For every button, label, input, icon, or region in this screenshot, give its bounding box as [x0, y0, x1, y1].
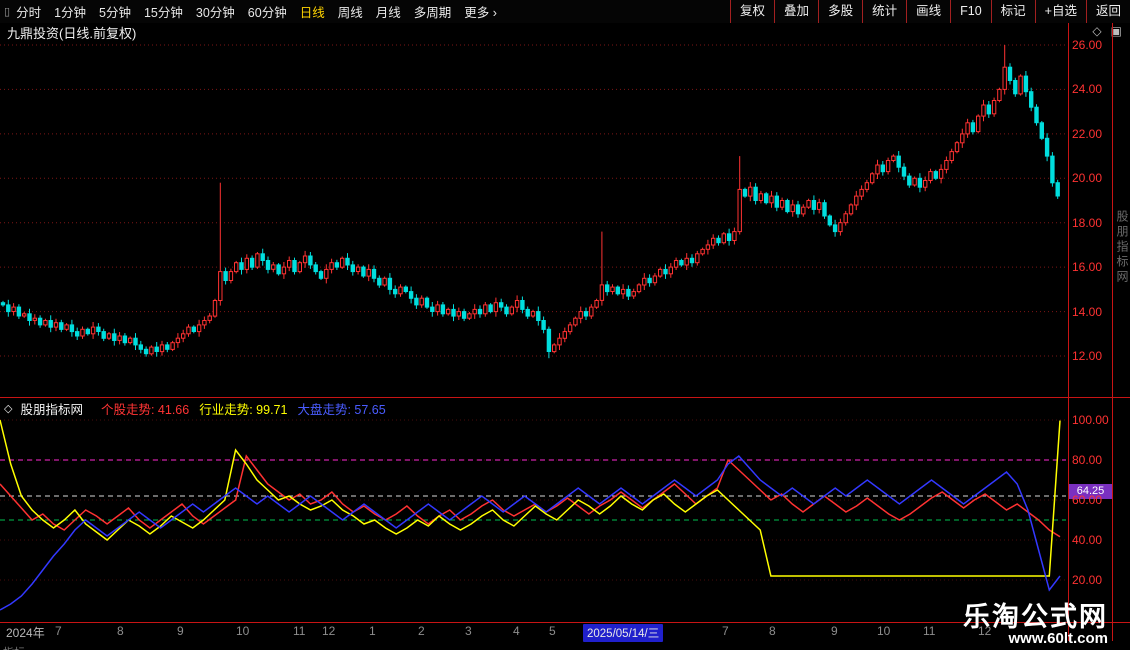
action-button-1[interactable]: 叠加 — [774, 0, 818, 23]
price-tick: 14.00 — [1072, 305, 1110, 319]
indicator-series-label-1: 行业走势: 99.71 — [199, 403, 287, 417]
indicator-values: 个股走势: 41.66 行业走势: 99.71 大盘走势: 57.65 — [91, 399, 386, 418]
period-tab-0[interactable]: 分时 — [16, 2, 41, 21]
chart-title: 九鼎投资(日线.前复权) — [7, 23, 136, 42]
indicator-tick: 80.00 — [1072, 453, 1110, 467]
indicator-series-label-2: 大盘走势: 57.65 — [297, 403, 385, 417]
main-candlestick-chart[interactable] — [0, 41, 1068, 397]
period-tab-5[interactable]: 60分钟 — [248, 2, 287, 21]
date-label-11: 5 — [549, 624, 556, 638]
price-tick: 26.00 — [1072, 38, 1110, 52]
period-tab-9[interactable]: 多周期 — [414, 2, 452, 21]
date-label-16: 11 — [923, 624, 935, 638]
period-tab-4[interactable]: 30分钟 — [196, 2, 235, 21]
price-tick: 24.00 — [1072, 82, 1110, 96]
diamond-icon: ◇ — [4, 402, 12, 415]
date-label-15: 10 — [877, 624, 890, 638]
date-label-12: 7 — [722, 624, 729, 638]
date-label-1: 7 — [55, 624, 62, 638]
action-button-5[interactable]: F10 — [950, 0, 991, 23]
period-tab-6[interactable]: 日线 — [300, 2, 325, 21]
side-watermark: 股朋指标网 — [1114, 210, 1130, 285]
date-label-10: 4 — [513, 624, 520, 638]
action-button-3[interactable]: 统计 — [862, 0, 906, 23]
price-tick: 12.00 — [1072, 349, 1110, 363]
price-tick: 18.00 — [1072, 216, 1110, 230]
date-label-5: 11 — [293, 624, 305, 638]
diamond-icon[interactable]: ◇ — [1092, 24, 1101, 38]
watermark-title: 乐淘公式网 — [963, 603, 1108, 631]
period-tab-8[interactable]: 月线 — [376, 2, 401, 21]
indicator-tick: 60.00 — [1072, 493, 1110, 507]
date-label-7: 1 — [369, 624, 376, 638]
axis-divider-left — [1068, 23, 1069, 641]
price-tick: 16.00 — [1072, 260, 1110, 274]
date-highlight: 2025/05/14/三 — [583, 624, 663, 642]
date-label-2: 8 — [117, 624, 124, 638]
top-toolbar: ▯ 分时 1分钟 5分钟 15分钟 30分钟 60分钟日线周线月线多周期更多 › 复权叠加… — [0, 0, 1130, 23]
date-label-9: 3 — [465, 624, 472, 638]
indicator-tick: 100.00 — [1072, 413, 1110, 427]
price-tick: 22.00 — [1072, 127, 1110, 141]
period-tab-10[interactable]: 更多 › — [464, 2, 497, 21]
watermark-url: www.60lt.com — [963, 631, 1108, 647]
period-tabs: 分时 1分钟 5分钟 15分钟 30分钟 60分钟日线周线月线多周期更多 › — [16, 2, 497, 21]
indicator-header: ◇ 股朋指标网 个股走势: 41.66 行业走势: 99.71 大盘走势: 57.6… — [4, 399, 386, 418]
action-button-2[interactable]: 多股 — [818, 0, 862, 23]
period-tab-2[interactable]: 5分钟 — [99, 2, 131, 21]
period-tab-7[interactable]: 周线 — [338, 2, 363, 21]
price-tick: 20.00 — [1072, 171, 1110, 185]
action-button-8[interactable]: 返回 — [1086, 0, 1130, 23]
watermark: 乐淘公式网 www.60lt.com — [963, 603, 1108, 647]
date-label-14: 9 — [831, 624, 838, 638]
window-icon[interactable]: ▯ — [4, 5, 10, 18]
date-axis: 2024年789101112123457891011122025/05/14/三 — [0, 623, 1130, 641]
app-window: ▯ 分时 1分钟 5分钟 15分钟 30分钟 60分钟日线周线月线多周期更多 › 复权叠加… — [0, 0, 1130, 650]
action-buttons: 复权叠加多股统计画线F10标记+自选返回 — [730, 0, 1130, 23]
action-button-0[interactable]: 复权 — [730, 0, 774, 23]
date-label-13: 8 — [769, 624, 776, 638]
date-label-8: 2 — [418, 624, 425, 638]
chart-titlebar: 九鼎投资(日线.前复权) — [0, 23, 1068, 41]
date-label-6: 12 — [322, 624, 335, 638]
indicator-chart[interactable] — [0, 398, 1068, 622]
date-label-4: 10 — [236, 624, 249, 638]
date-label-0: 2024年 — [6, 624, 45, 641]
period-tab-1[interactable]: 1分钟 — [54, 2, 86, 21]
indicator-name[interactable]: 股朋指标网 — [20, 399, 83, 418]
date-label-3: 9 — [177, 624, 184, 638]
action-button-4[interactable]: 画线 — [906, 0, 950, 23]
indicator-tick: 20.00 — [1072, 573, 1110, 587]
clipped-corner-text: 指标 — [3, 644, 25, 650]
period-tab-3[interactable]: 15分钟 — [144, 2, 183, 21]
axis-divider-right — [1112, 23, 1113, 641]
action-button-6[interactable]: 标记 — [991, 0, 1035, 23]
indicator-tick: 40.00 — [1072, 533, 1110, 547]
action-button-7[interactable]: +自选 — [1035, 0, 1086, 23]
indicator-series-label-0: 个股走势: 41.66 — [101, 403, 189, 417]
